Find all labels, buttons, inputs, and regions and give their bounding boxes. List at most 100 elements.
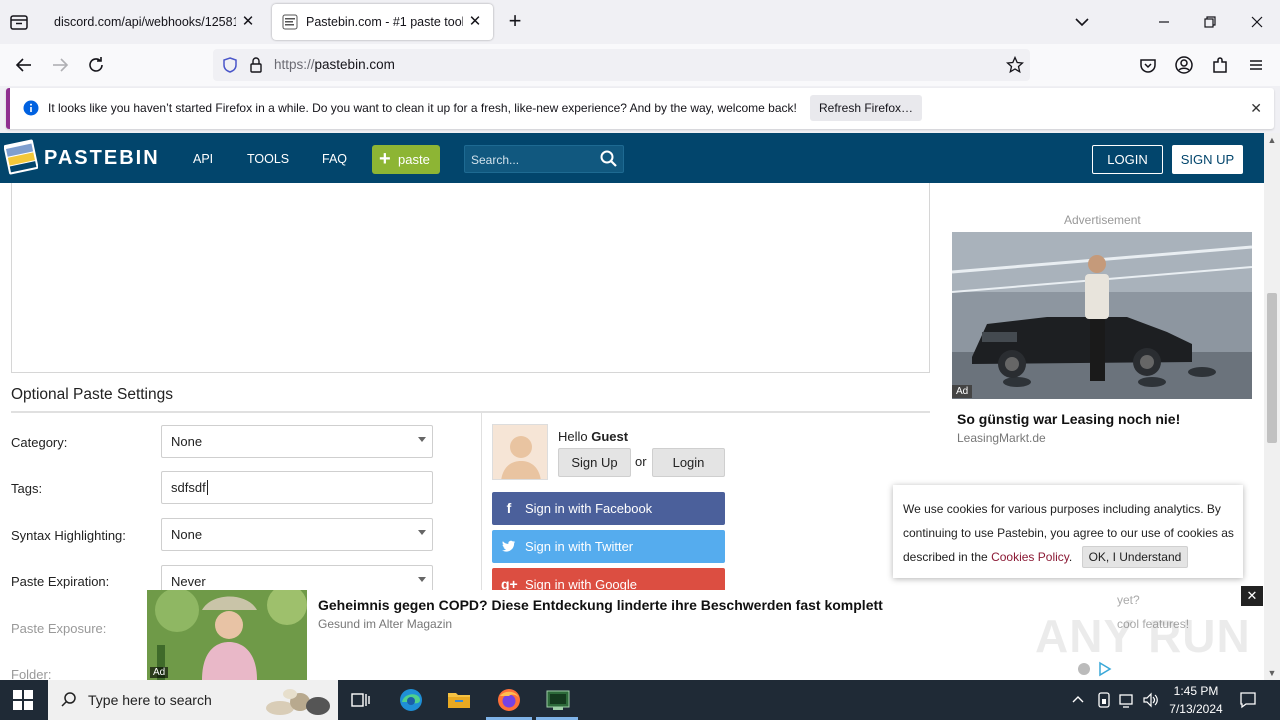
close-ad-icon[interactable]: ✕ — [1241, 586, 1263, 606]
pocket-icon[interactable] — [1136, 53, 1160, 77]
tags-input[interactable]: sdfsdf — [161, 471, 433, 504]
browser-tab-bar: discord.com/api/webhooks/1258118 ✕ Paste… — [0, 0, 1280, 44]
volume-icon[interactable] — [1142, 691, 1160, 712]
syntax-value: None — [171, 527, 203, 542]
lock-icon[interactable] — [248, 56, 264, 77]
file-explorer-icon[interactable] — [446, 688, 472, 712]
search-input[interactable]: Search... — [464, 145, 624, 173]
avatar — [492, 424, 548, 480]
device-icon[interactable] — [1096, 691, 1112, 712]
bottom-ad-source[interactable]: Gesund im Alter Magazin — [318, 617, 452, 631]
search-icon[interactable] — [599, 149, 619, 169]
pastebin-logo-text[interactable]: PASTEBIN — [44, 147, 160, 170]
guest-login-button[interactable]: Login — [652, 448, 725, 477]
tab-discord-webhook[interactable]: discord.com/api/webhooks/1258118 ✕ — [44, 4, 266, 40]
chevron-down-icon — [418, 437, 426, 442]
text-cursor — [206, 480, 208, 495]
ad-source[interactable]: LeasingMarkt.de — [957, 431, 1046, 445]
guest-signup-button[interactable]: Sign Up — [558, 448, 631, 477]
new-paste-button[interactable]: + paste — [372, 145, 440, 174]
tab-pastebin[interactable]: Pastebin.com - #1 paste tool since 2002!… — [272, 4, 493, 40]
expiration-label: Paste Expiration: — [11, 574, 110, 589]
account-icon[interactable] — [1172, 53, 1196, 77]
network-icon[interactable] — [1118, 691, 1136, 712]
close-notification-icon[interactable]: ✕ — [1250, 100, 1262, 117]
cookie-consent-banner: We use cookies for various purposes incl… — [893, 485, 1243, 578]
bottom-ad-image[interactable]: Ad — [147, 590, 307, 680]
plus-icon: + — [379, 148, 391, 170]
twitter-signin-button[interactable]: Sign in with Twitter — [492, 530, 725, 563]
ad-headline[interactable]: So günstig war Leasing noch nie! — [957, 411, 1180, 427]
login-button[interactable]: LOGIN — [1092, 145, 1163, 174]
scroll-down-icon[interactable]: ▼ — [1264, 666, 1280, 680]
task-view-icon[interactable] — [348, 688, 374, 712]
list-all-tabs-icon[interactable] — [1070, 10, 1094, 34]
nav-tools-link[interactable]: TOOLS — [247, 152, 289, 166]
hello-label: Hello — [558, 429, 588, 444]
close-tab-icon[interactable]: ✕ — [467, 14, 483, 30]
tab-list-icon[interactable] — [8, 11, 30, 33]
notifications-icon[interactable] — [1238, 690, 1258, 713]
page-viewport: PASTEBIN API TOOLS FAQ + paste Search...… — [0, 133, 1264, 680]
url-bar[interactable]: https://pastebin.com — [213, 49, 1030, 81]
pastebin-logo-icon[interactable] — [3, 138, 39, 176]
clock-date[interactable]: 7/13/2024 — [1164, 702, 1228, 716]
pastebin-favicon-icon — [282, 14, 298, 30]
menu-icon[interactable] — [1244, 53, 1268, 77]
terminal-app-icon[interactable] — [545, 688, 571, 712]
chevron-down-icon — [418, 577, 426, 582]
minimize-icon[interactable] — [1152, 10, 1176, 34]
windows-start-icon[interactable] — [13, 690, 33, 710]
close-tab-icon[interactable]: ✕ — [240, 14, 256, 30]
browser-nav-bar: https://pastebin.com — [0, 44, 1280, 86]
paste-textarea[interactable] — [11, 183, 930, 373]
divider — [11, 411, 930, 413]
twitter-signin-label: Sign in with Twitter — [525, 539, 634, 554]
signup-button[interactable]: SIGN UP — [1172, 145, 1243, 174]
firefox-icon[interactable] — [496, 688, 522, 712]
hello-guest-text: Hello Guest — [558, 429, 628, 444]
ad-image[interactable] — [952, 232, 1252, 399]
category-select[interactable]: None — [161, 425, 433, 458]
clock-time[interactable]: 1:45 PM — [1164, 684, 1228, 698]
facebook-signin-button[interactable]: f Sign in with Facebook — [492, 492, 725, 525]
reload-icon[interactable] — [84, 53, 108, 77]
optional-settings-title: Optional Paste Settings — [11, 386, 173, 403]
back-icon[interactable] — [12, 53, 36, 77]
paste-button-label: paste — [398, 152, 430, 167]
accept-cookies-button[interactable]: OK, I Understand — [1081, 546, 1189, 568]
scroll-thumb[interactable] — [1267, 293, 1277, 443]
tracking-protection-shield-icon[interactable] — [221, 56, 239, 77]
syntax-select[interactable]: None — [161, 518, 433, 551]
chevron-down-icon — [418, 530, 426, 535]
restore-icon[interactable] — [1198, 10, 1222, 34]
exposure-label: Paste Exposure: — [11, 621, 107, 636]
cookies-policy-link[interactable]: Cookies Policy — [991, 550, 1069, 564]
edge-browser-icon[interactable] — [398, 688, 424, 712]
search-icon — [60, 691, 78, 712]
page-scrollbar[interactable]: ▲ ▼ — [1264, 133, 1280, 680]
url-text[interactable]: https://pastebin.com — [274, 57, 395, 72]
extensions-icon[interactable] — [1208, 53, 1232, 77]
category-label: Category: — [11, 435, 68, 450]
search-placeholder: Search... — [471, 153, 520, 167]
folder-label: Folder: — [11, 667, 52, 680]
bottom-ad-title[interactable]: Geheimnis gegen COPD? Diese Entdeckung l… — [318, 597, 883, 613]
show-hidden-icons-icon[interactable] — [1071, 692, 1085, 709]
info-icon — [23, 100, 39, 119]
new-tab-icon[interactable]: + — [505, 10, 525, 33]
nav-faq-link[interactable]: FAQ — [322, 152, 347, 166]
bottom-ad-banner[interactable]: Ad Geheimnis gegen COPD? Diese Entdeckun… — [147, 590, 1117, 680]
nav-api-link[interactable]: API — [193, 152, 213, 166]
bookmark-star-icon[interactable] — [1005, 55, 1025, 77]
close-window-icon[interactable] — [1245, 10, 1269, 34]
scroll-up-icon[interactable]: ▲ — [1264, 133, 1280, 147]
forward-icon[interactable] — [48, 53, 72, 77]
refresh-firefox-button[interactable]: Refresh Firefox… — [810, 95, 922, 121]
twitter-icon — [501, 530, 517, 565]
bottom-ad-badge: Ad — [150, 667, 169, 678]
syntax-label: Syntax Highlighting: — [11, 528, 126, 543]
category-value: None — [171, 434, 203, 449]
taskbar-search-input[interactable]: Type here to search — [48, 680, 338, 720]
ad-choices-icon[interactable] — [1076, 661, 1116, 680]
